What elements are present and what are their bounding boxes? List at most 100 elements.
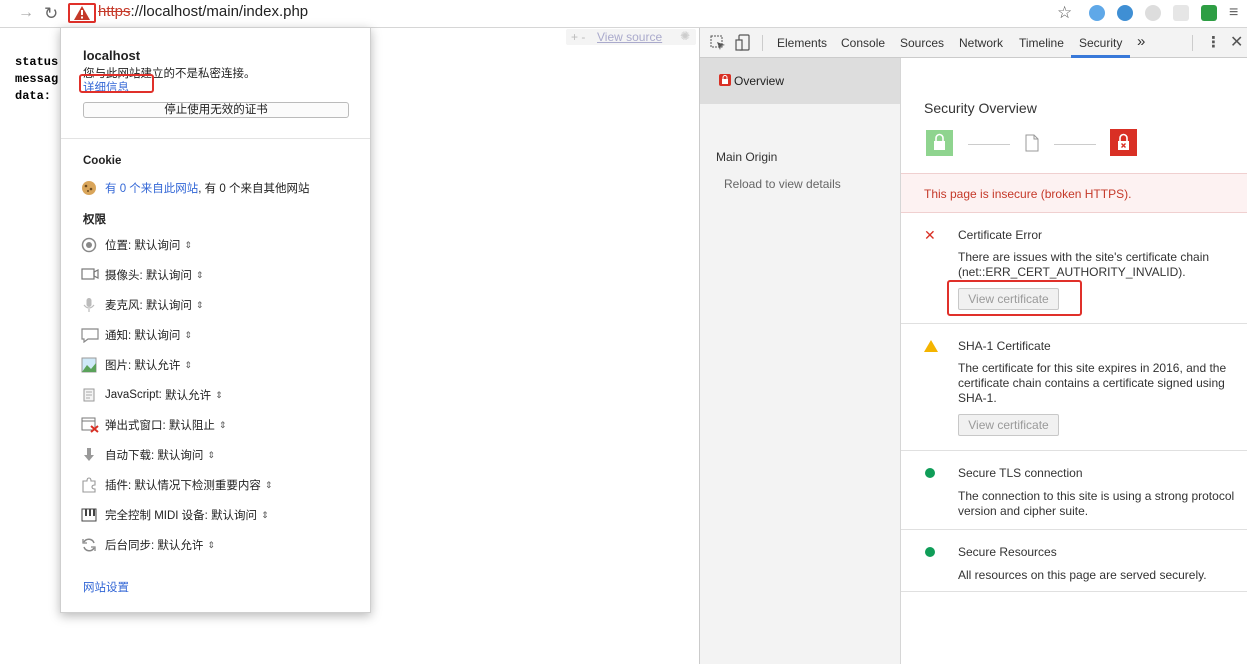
tab-security[interactable]: Security (1079, 36, 1122, 50)
stop-invalid-cert-button[interactable]: 停止使用无效的证书 (83, 102, 349, 118)
devtools-tab-bar: Elements Console Sources Network Timelin… (700, 28, 1247, 58)
permissions-heading: 权限 (83, 214, 106, 226)
location-icon (81, 237, 97, 253)
permission-row-notifications[interactable]: 通知: 默认询问 ⇕ (81, 326, 192, 344)
close-icon[interactable]: ✕ (1230, 32, 1243, 52)
sidebar-reload-hint: Reload to view details (724, 177, 841, 191)
tab-timeline[interactable]: Timeline (1019, 36, 1064, 50)
plugin-icon (81, 477, 97, 493)
lock-insecure-icon (1110, 129, 1137, 156)
microphone-icon (81, 297, 97, 313)
sidebar-item-overview[interactable]: Overview (700, 58, 900, 104)
section-body: The certificate for this site expires in… (958, 361, 1227, 405)
permission-label: JavaScript: (105, 389, 162, 401)
permission-value[interactable]: 默认询问 (146, 297, 192, 313)
section-body: There are issues with the site's certifi… (958, 250, 1210, 279)
section-body: The connection to this site is using a s… (958, 489, 1235, 518)
popup-blocked-icon (81, 417, 99, 433)
extension-window-icon[interactable] (1173, 5, 1189, 21)
chevron-updown-icon: ⇕ (184, 329, 192, 340)
view-source-zoom[interactable]: + - (571, 30, 585, 44)
insecure-banner: This page is insecure (broken HTTPS). (901, 173, 1247, 213)
url-scheme: https (98, 3, 131, 20)
cookie-icon (81, 180, 97, 196)
permission-row-midi[interactable]: 完全控制 MIDI 设备: 默认询问 ⇕ (81, 506, 269, 524)
permission-row-microphone[interactable]: 麦克风: 默认询问 ⇕ (81, 296, 203, 314)
chevron-updown-icon: ⇕ (207, 449, 215, 460)
view-source-link[interactable]: View source (597, 30, 662, 44)
permission-value[interactable]: 默认情况下检测重要内容 (134, 477, 261, 493)
device-toggle-icon[interactable] (735, 34, 751, 54)
permission-value[interactable]: 默认询问 (211, 507, 257, 523)
bookmark-star-icon[interactable]: ☆ (1057, 3, 1072, 23)
permission-value[interactable]: 默认允许 (134, 357, 180, 373)
site-settings-link[interactable]: 网站设置 (83, 579, 129, 595)
warning-triangle-icon (924, 340, 938, 355)
view-certificate-button[interactable]: View certificate (958, 414, 1059, 436)
page-line-data: data: (15, 89, 52, 103)
section-body: All resources on this page are served se… (958, 568, 1207, 582)
extension-shield-icon[interactable] (1201, 5, 1217, 21)
permission-value[interactable]: 默认询问 (157, 447, 203, 463)
permission-label: 插件: (105, 480, 132, 492)
view-certificate-highlight (947, 280, 1082, 316)
view-source-bar: + - View source ✺ (566, 29, 696, 45)
chevron-updown-icon: ⇕ (264, 479, 273, 490)
tab-console[interactable]: Console (841, 36, 885, 50)
lock-secure-icon (926, 130, 953, 156)
permission-row-images[interactable]: 图片: 默认允许 ⇕ (81, 356, 192, 374)
more-options-icon[interactable]: ⋮ (1206, 33, 1221, 51)
error-x-icon: ✕ (924, 227, 936, 243)
permission-row-location[interactable]: 位置: 默认询问 ⇕ (81, 236, 192, 254)
gear-icon[interactable]: ✺ (680, 29, 690, 43)
tab-network[interactable]: Network (959, 36, 1003, 50)
permission-label: 后台同步: (105, 540, 155, 552)
cookie-site-link[interactable]: 有 0 个来自此网站 (105, 180, 198, 196)
section-title: Secure TLS connection (958, 466, 1083, 480)
more-tabs-button[interactable]: » (1137, 33, 1145, 50)
inspect-element-icon[interactable] (710, 35, 726, 54)
sidebar-overview-label: Overview (734, 74, 785, 88)
security-main-panel: Security Overview This page is insecure … (901, 58, 1247, 664)
image-icon (81, 357, 97, 373)
permission-value[interactable]: 默认允许 (165, 387, 211, 403)
details-link-highlight (79, 74, 154, 93)
sync-icon (81, 537, 97, 553)
section-title: SHA-1 Certificate (958, 339, 1051, 353)
permission-row-popups[interactable]: 弹出式窗口: 默认阻止 ⇕ (81, 416, 226, 434)
extension-snowflake-icon[interactable] (1089, 5, 1105, 21)
browser-toolbar: → ↻ https://localhost/main/index.php ☆ ≡ (0, 0, 1247, 28)
permission-value[interactable]: 默认允许 (157, 537, 203, 553)
permission-label: 自动下载: (105, 450, 155, 462)
permission-row-downloads[interactable]: 自动下载: 默认询问 ⇕ (81, 446, 215, 464)
chevron-updown-icon: ⇕ (184, 359, 192, 370)
permission-value[interactable]: 默认询问 (134, 237, 180, 253)
url-bar[interactable]: https://localhost/main/index.php (98, 3, 308, 20)
extension-globe-icon[interactable] (1117, 5, 1133, 21)
permission-row-plugins[interactable]: 插件: 默认情况下检测重要内容 ⇕ (81, 476, 272, 494)
permission-label: 弹出式窗口: (105, 420, 166, 432)
reload-icon[interactable]: ↻ (44, 4, 58, 24)
cookie-row: 有 0 个来自此网站, 有 0 个来自其他网站 (81, 180, 309, 196)
tab-sources[interactable]: Sources (900, 36, 944, 50)
permission-value[interactable]: 默认询问 (134, 327, 180, 343)
permission-value[interactable]: 默认阻止 (169, 417, 215, 433)
chevron-updown-icon: ⇕ (218, 419, 227, 430)
permission-value[interactable]: 默认询问 (146, 267, 192, 283)
page-line-message: messag (15, 72, 59, 86)
menu-icon[interactable]: ≡ (1229, 4, 1238, 22)
tab-elements[interactable]: Elements (777, 36, 827, 50)
section-title: Certificate Error (958, 228, 1043, 242)
chevron-updown-icon: ⇕ (207, 539, 215, 550)
extension-feather-icon[interactable] (1145, 5, 1161, 21)
permission-row-javascript[interactable]: JavaScript: 默认允许 ⇕ (81, 386, 223, 404)
permission-row-background-sync[interactable]: 后台同步: 默认允许 ⇕ (81, 536, 215, 554)
insecure-banner-text: This page is insecure (broken HTTPS). (924, 187, 1132, 201)
url-path: ://localhost/main/index.php (130, 3, 309, 20)
permission-row-camera[interactable]: 摄像头: 默认询问 ⇕ (81, 266, 203, 284)
section-title: Secure Resources (958, 545, 1057, 559)
connector-line (1054, 144, 1096, 145)
javascript-icon (81, 387, 97, 403)
forward-icon[interactable]: → (18, 4, 34, 22)
devtools-panel: Elements Console Sources Network Timelin… (699, 28, 1247, 664)
